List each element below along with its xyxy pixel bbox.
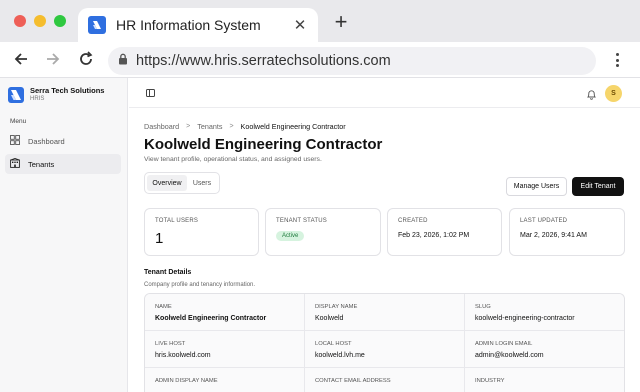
- main-content: Dashboard > Tenants > Koolweld Engineeri…: [129, 109, 640, 392]
- brand[interactable]: Serra Tech Solutions HRIS: [8, 86, 104, 103]
- sidebar-item-label: Dashboard: [28, 136, 65, 146]
- detail-label: LIVE HOST: [155, 341, 186, 347]
- detail-value: koolweld-engineering-contractor: [475, 315, 575, 322]
- url-text: https://www.hris.serratechsolutions.com: [136, 53, 391, 69]
- detail-label: SLUG: [475, 304, 491, 310]
- stat-card-created: CREATED Feb 23, 2026, 1:02 PM: [387, 208, 502, 256]
- stat-value: Feb 23, 2026, 1:02 PM: [398, 232, 470, 239]
- edit-tenant-button[interactable]: Edit Tenant: [572, 177, 624, 196]
- stat-label: CREATED: [398, 218, 428, 224]
- sidebar: Serra Tech Solutions HRIS Menu Dashboard…: [0, 78, 128, 392]
- tab-title: HR Information System: [116, 17, 261, 33]
- window-controls: [14, 15, 66, 27]
- url-field[interactable]: https://www.hris.serratechsolutions.com: [108, 47, 596, 75]
- section-subtitle: Company profile and tenancy information.: [144, 282, 256, 288]
- detail-label: DISPLAY NAME: [315, 304, 358, 310]
- forward-arrow-icon[interactable]: [42, 48, 64, 70]
- detail-value: Koolweld Engineering Contractor: [155, 315, 267, 322]
- brand-logo-icon: [8, 87, 24, 103]
- stat-card-tenant-status: TENANT STATUS Active: [265, 208, 381, 256]
- reload-icon[interactable]: [75, 48, 97, 70]
- detail-admin-display-name: ADMIN DISPLAY NAME: [145, 368, 305, 392]
- section-title: Tenant Details: [144, 269, 192, 276]
- site-favicon-icon: [88, 16, 106, 34]
- app-window: Serra Tech Solutions HRIS Menu Dashboard…: [0, 78, 640, 392]
- chevron-right-icon: >: [229, 123, 234, 130]
- detail-name: NAME Koolweld Engineering Contractor: [145, 294, 305, 331]
- detail-label: NAME: [155, 304, 172, 310]
- brand-name: Serra Tech Solutions: [30, 86, 105, 95]
- stat-label: TENANT STATUS: [276, 218, 327, 224]
- stat-value: Mar 2, 2026, 9:41 AM: [520, 232, 587, 239]
- tenant-details-grid: NAME Koolweld Engineering Contractor DIS…: [144, 293, 625, 392]
- sidebar-item-label: Tenants: [28, 159, 55, 169]
- sidebar-item-dashboard[interactable]: Dashboard: [5, 131, 121, 151]
- avatar[interactable]: S: [605, 85, 622, 102]
- stat-card-last-updated: LAST UPDATED Mar 2, 2026, 9:41 AM: [509, 208, 625, 256]
- back-arrow-icon[interactable]: [10, 48, 32, 70]
- detail-label: INDUSTRY: [475, 378, 505, 384]
- sidebar-item-tenants[interactable]: Tenants: [5, 154, 121, 174]
- bell-icon[interactable]: [587, 87, 596, 105]
- brand-subtitle: HRIS: [30, 96, 45, 102]
- detail-display-name: DISPLAY NAME Koolweld: [305, 294, 465, 331]
- lock-icon: [118, 52, 128, 70]
- stat-value: 1: [155, 230, 164, 247]
- detail-slug: SLUG koolweld-engineering-contractor: [465, 294, 624, 331]
- detail-admin-login-email: ADMIN LOGIN EMAIL admin@koolweld.com: [465, 331, 624, 368]
- maximize-window-button[interactable]: [54, 15, 66, 27]
- chevron-right-icon: >: [186, 123, 191, 130]
- breadcrumb: Dashboard > Tenants > Koolweld Engineeri…: [144, 122, 346, 131]
- stat-label: LAST UPDATED: [520, 218, 568, 224]
- detail-label: ADMIN DISPLAY NAME: [155, 378, 218, 384]
- breadcrumb-current: Koolweld Engineering Contractor: [240, 122, 346, 131]
- stat-card-total-users: TOTAL USERS 1: [144, 208, 259, 256]
- detail-value: admin@koolweld.com: [475, 352, 544, 359]
- browser-tab[interactable]: HR Information System ✕: [78, 8, 318, 42]
- close-window-button[interactable]: [14, 15, 26, 27]
- page-title: Koolweld Engineering Contractor: [144, 136, 383, 153]
- detail-industry: INDUSTRY: [465, 368, 624, 392]
- status-badge: Active: [276, 231, 305, 241]
- stat-label: TOTAL USERS: [155, 218, 199, 224]
- detail-live-host: LIVE HOST hris.koolweld.com: [145, 331, 305, 368]
- top-bar: S: [129, 78, 640, 108]
- detail-value: koolweld.lvh.me: [315, 352, 365, 359]
- breadcrumb-tenants[interactable]: Tenants: [197, 122, 222, 131]
- address-bar: https://www.hris.serratechsolutions.com: [0, 42, 640, 78]
- building-icon: [10, 155, 20, 173]
- breadcrumb-dashboard[interactable]: Dashboard: [144, 122, 179, 131]
- tab-overview[interactable]: Overview: [147, 175, 187, 191]
- new-tab-button[interactable]: +: [330, 11, 352, 33]
- tab-close-icon[interactable]: ✕: [292, 16, 308, 34]
- dashboard-grid-icon: [10, 132, 20, 150]
- browser-tab-bar: HR Information System ✕ +: [0, 0, 640, 42]
- detail-local-host: LOCAL HOST koolweld.lvh.me: [305, 331, 465, 368]
- sidebar-toggle-icon[interactable]: [146, 89, 155, 97]
- page-subtitle: View tenant profile, operational status,…: [144, 156, 322, 163]
- minimize-window-button[interactable]: [34, 15, 46, 27]
- menu-section-label: Menu: [10, 118, 27, 125]
- detail-label: LOCAL HOST: [315, 341, 352, 347]
- detail-value: Koolweld: [315, 315, 344, 322]
- view-tabs: Overview Users: [144, 172, 220, 194]
- tab-users[interactable]: Users: [187, 175, 217, 191]
- detail-label: CONTACT EMAIL ADDRESS: [315, 378, 391, 384]
- detail-label: ADMIN LOGIN EMAIL: [475, 341, 533, 347]
- detail-value: hris.koolweld.com: [155, 352, 211, 359]
- browser-menu-icon[interactable]: [610, 50, 624, 70]
- detail-contact-email: CONTACT EMAIL ADDRESS: [305, 368, 465, 392]
- manage-users-button[interactable]: Manage Users: [506, 177, 567, 196]
